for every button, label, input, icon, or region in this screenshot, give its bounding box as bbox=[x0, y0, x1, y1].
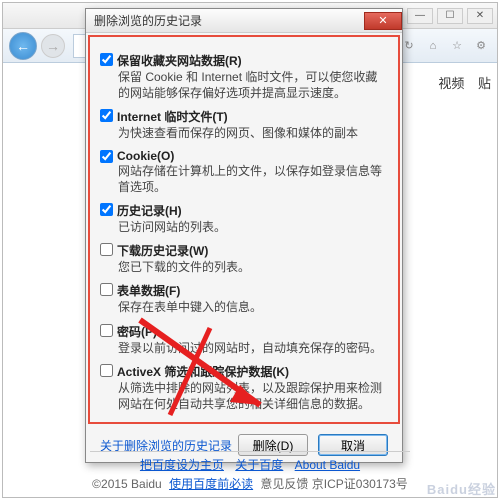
footer-feedback: 意见反馈 京ICP证030173号 bbox=[257, 477, 408, 491]
option-label: Internet 临时文件(T) bbox=[117, 108, 228, 125]
option-description: 已访问网站的列表。 bbox=[118, 219, 388, 235]
favorites-button[interactable]: ☆ bbox=[447, 36, 467, 56]
footer-about-baidu-cn[interactable]: 关于百度 bbox=[235, 458, 283, 472]
delete-history-dialog: 删除浏览的历史记录 ✕ 保留收藏夹网站数据(R)保留 Cookie 和 Inte… bbox=[85, 8, 403, 463]
option-checkbox[interactable] bbox=[100, 283, 113, 296]
dialog-close-button[interactable]: ✕ bbox=[364, 12, 402, 30]
arrow-right-icon: → bbox=[46, 38, 60, 54]
option-checkbox[interactable] bbox=[100, 243, 113, 256]
gear-icon: ⚙ bbox=[476, 39, 486, 52]
option-label: Cookie(O) bbox=[117, 149, 174, 163]
option-row: Cookie(O)网站存储在计算机上的文件，以保存如登录信息等首选项。 bbox=[100, 149, 388, 195]
page-footer: 把百度设为主页 关于百度 About Baidu ©2015 Baidu 使用百… bbox=[0, 451, 500, 494]
option-checkbox[interactable] bbox=[100, 364, 113, 377]
option-checkbox[interactable] bbox=[100, 150, 113, 163]
option-label: 下载历史记录(W) bbox=[117, 242, 208, 259]
option-label: 保留收藏夹网站数据(R) bbox=[117, 52, 242, 69]
maximize-button[interactable]: ☐ bbox=[437, 8, 463, 24]
star-icon: ☆ bbox=[452, 39, 462, 52]
option-row: 表单数据(F)保存在表单中键入的信息。 bbox=[100, 282, 388, 315]
dialog-title-text: 删除浏览的历史记录 bbox=[94, 12, 202, 29]
footer-set-home[interactable]: 把百度设为主页 bbox=[140, 458, 224, 472]
option-row: 保留收藏夹网站数据(R)保留 Cookie 和 Internet 临时文件，可以… bbox=[100, 52, 388, 101]
option-description: 保存在表单中键入的信息。 bbox=[118, 299, 388, 315]
option-checkbox[interactable] bbox=[100, 53, 113, 66]
home-icon: ⌂ bbox=[430, 40, 437, 52]
option-checkbox[interactable] bbox=[100, 203, 113, 216]
option-label: 历史记录(H) bbox=[117, 202, 182, 219]
option-row: Internet 临时文件(T)为快速查看而保存的网页、图像和媒体的副本 bbox=[100, 108, 388, 141]
close-window-button[interactable]: ✕ bbox=[467, 8, 493, 24]
option-row: 历史记录(H)已访问网站的列表。 bbox=[100, 202, 388, 235]
home-button[interactable]: ⌂ bbox=[423, 36, 443, 56]
settings-button[interactable]: ⚙ bbox=[471, 36, 491, 56]
option-row: 密码(P)登录以前访问过的网站时，自动填充保存的密码。 bbox=[100, 323, 388, 356]
option-label: 表单数据(F) bbox=[117, 282, 180, 299]
footer-copyright: ©2015 Baidu bbox=[92, 477, 165, 491]
minimize-button[interactable]: — bbox=[407, 8, 433, 24]
dialog-titlebar: 删除浏览的历史记录 ✕ bbox=[86, 9, 402, 33]
option-label: 密码(P) bbox=[117, 323, 157, 340]
link-video[interactable]: 视频 bbox=[438, 76, 464, 91]
option-description: 登录以前访问过的网站时，自动填充保存的密码。 bbox=[118, 340, 388, 356]
option-row: ActiveX 筛选和跟踪保护数据(K)从筛选中排除的网站列表，以及跟踪保护用来… bbox=[100, 363, 388, 412]
option-description: 为快速查看而保存的网页、图像和媒体的副本 bbox=[118, 125, 388, 141]
footer-must-read[interactable]: 使用百度前必读 bbox=[169, 477, 253, 491]
back-button[interactable]: ← bbox=[9, 32, 37, 60]
link-tieba[interactable]: 贴 bbox=[478, 76, 491, 91]
dialog-body: 保留收藏夹网站数据(R)保留 Cookie 和 Internet 临时文件，可以… bbox=[88, 35, 400, 424]
option-row: 下载历史记录(W)您已下载的文件的列表。 bbox=[100, 242, 388, 275]
watermark: Baidu经验 bbox=[427, 479, 496, 498]
option-description: 从筛选中排除的网站列表，以及跟踪保护用来检测网站在何处自动共享您的相关详细信息的… bbox=[118, 380, 388, 412]
refresh-icon: ↻ bbox=[404, 39, 413, 52]
option-label: ActiveX 筛选和跟踪保护数据(K) bbox=[117, 363, 289, 380]
close-icon: ✕ bbox=[378, 14, 387, 27]
footer-about-baidu-en[interactable]: About Baidu bbox=[295, 458, 360, 472]
option-description: 您已下载的文件的列表。 bbox=[118, 259, 388, 275]
option-checkbox[interactable] bbox=[100, 109, 113, 122]
option-description: 网站存储在计算机上的文件，以保存如登录信息等首选项。 bbox=[118, 163, 388, 195]
arrow-left-icon: ← bbox=[16, 38, 30, 54]
forward-button[interactable]: → bbox=[41, 34, 65, 58]
option-checkbox[interactable] bbox=[100, 324, 113, 337]
page-nav-links: 视频 贴 bbox=[428, 73, 491, 92]
option-description: 保留 Cookie 和 Internet 临时文件，可以使您收藏的网站能够保存偏… bbox=[118, 69, 388, 101]
